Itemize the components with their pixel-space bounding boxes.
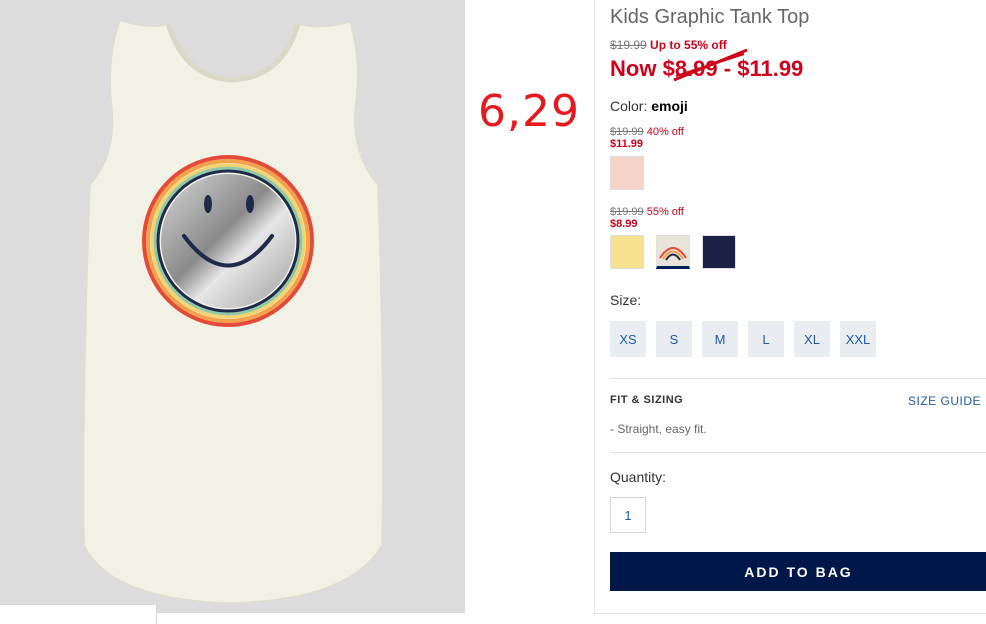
divider	[610, 452, 986, 453]
size-guide-link[interactable]: SIZE GUIDE	[908, 394, 981, 408]
swatch-emoji[interactable]	[656, 235, 690, 269]
fit-note: - Straight, easy fit.	[610, 422, 707, 436]
size-option-l[interactable]: L	[748, 321, 784, 357]
group-was-price: $19.99	[610, 126, 644, 138]
now-price: Now $8.99 - $11.99	[610, 56, 803, 82]
image-corner-tab	[0, 604, 157, 624]
now-price-high: $11.99	[737, 56, 804, 81]
size-option-m[interactable]: M	[702, 321, 738, 357]
group-now-price: $8.99	[610, 218, 638, 230]
handwritten-price-annotation: 6,29	[478, 86, 580, 137]
original-price: $19.99	[610, 38, 647, 52]
group-was-price: $19.99	[610, 206, 644, 218]
color-label: Color:	[610, 98, 648, 114]
group-discount: 40% off	[646, 126, 684, 138]
group-discount: 55% off	[646, 206, 684, 218]
divider	[610, 378, 986, 379]
price-group-40: $19.99 40% off $11.99	[610, 126, 684, 150]
now-price-low: $8.99	[662, 56, 718, 81]
price-summary: $19.99 Up to 55% off	[610, 38, 727, 52]
now-label: Now	[610, 56, 657, 81]
size-option-xl[interactable]: XL	[794, 321, 830, 357]
group-now-price: $11.99	[610, 138, 644, 150]
price-group-55: $19.99 55% off $8.99	[610, 206, 684, 230]
swatch-pink[interactable]	[610, 156, 644, 190]
tank-top-illustration	[82, 19, 384, 604]
product-title: Kids Graphic Tank Top	[610, 6, 810, 28]
product-info-panel: Kids Graphic Tank Top $19.99 Up to 55% o…	[594, 0, 986, 614]
swatch-yellow[interactable]	[610, 235, 644, 269]
discount-text: Up to 55% off	[650, 38, 727, 52]
quantity-field[interactable]: 1	[610, 497, 646, 533]
size-option-xs[interactable]: XS	[610, 321, 646, 357]
emoji-swatch-thumb-icon	[659, 247, 687, 261]
product-image	[0, 0, 465, 613]
color-value: emoji	[651, 98, 688, 114]
now-price-sep: -	[723, 56, 732, 81]
add-to-bag-button[interactable]: ADD TO BAG	[610, 552, 986, 591]
swatch-navy[interactable]	[702, 235, 736, 269]
quantity-label: Quantity:	[610, 469, 667, 485]
size-label: Size:	[610, 292, 642, 308]
fit-sizing-heading: FIT & SIZING	[610, 394, 684, 406]
color-selection-label: Color: emoji	[610, 98, 688, 114]
size-option-s[interactable]: S	[656, 321, 692, 357]
size-option-xxl[interactable]: XXL	[840, 321, 876, 357]
